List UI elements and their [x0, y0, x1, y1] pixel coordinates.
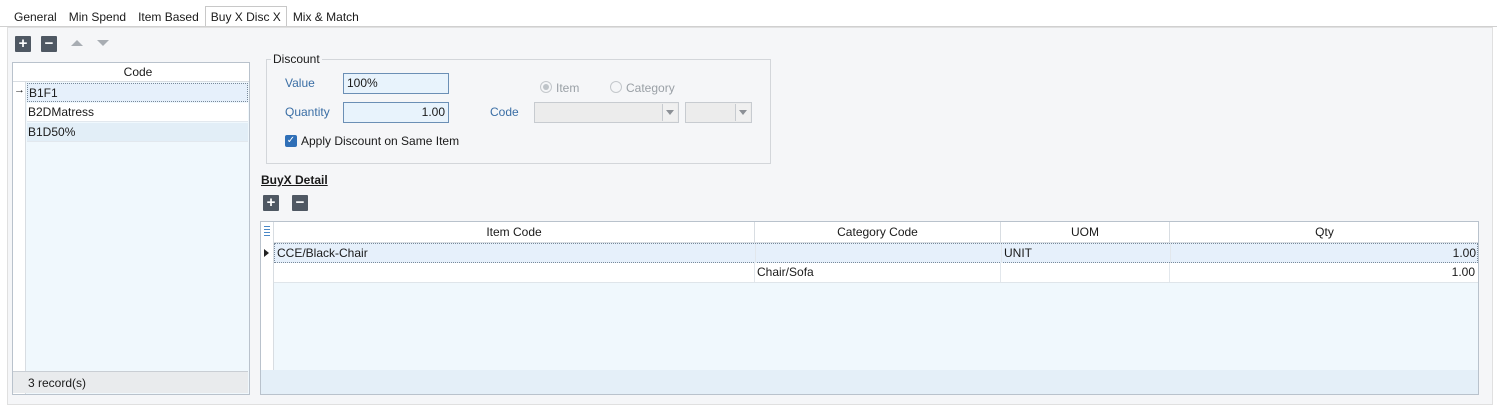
move-down-icon[interactable]	[97, 40, 109, 46]
column-header-item-code[interactable]: Item Code	[274, 222, 755, 243]
add-icon[interactable]: +	[15, 36, 31, 52]
apply-same-item-label: Apply Discount on Same Item	[301, 134, 460, 148]
tab-min-spend[interactable]: Min Spend	[63, 6, 132, 26]
tab-mix-match[interactable]: Mix & Match	[287, 6, 365, 26]
quantity-label: Quantity	[285, 105, 330, 119]
radio-item-label: Item	[556, 81, 580, 95]
tab-general[interactable]: General	[8, 6, 63, 26]
discount-legend: Discount	[271, 52, 322, 66]
item-code-cell[interactable]: CCE/Black-Chair	[275, 244, 756, 263]
code-row[interactable]: B1D50%	[27, 123, 248, 142]
column-chooser-icon[interactable]	[264, 226, 270, 236]
table-row[interactable]: Chair/Sofa 1.00	[274, 263, 1478, 283]
footer-corner	[261, 370, 274, 394]
category-code-cell[interactable]	[756, 244, 1002, 263]
column-header-uom[interactable]: UOM	[1001, 222, 1170, 243]
tab-buy-x-disc-x[interactable]: Buy X Disc X	[204, 6, 287, 27]
move-up-icon[interactable]	[71, 40, 83, 46]
code-row[interactable]: B1F1	[27, 83, 248, 102]
code-label: Code	[490, 105, 519, 119]
current-row-arrow-icon	[264, 249, 269, 257]
qty-cell[interactable]: 1.00	[1170, 263, 1477, 282]
code-column-header[interactable]: Code	[27, 63, 249, 82]
column-header-qty[interactable]: Qty	[1170, 222, 1479, 243]
radio-item[interactable]	[540, 81, 552, 93]
current-row-arrow-icon: →	[14, 84, 25, 96]
chevron-down-icon[interactable]	[662, 104, 677, 121]
chevron-down-icon[interactable]	[735, 104, 750, 121]
quantity-field[interactable]: 1.00	[343, 102, 449, 123]
qty-cell[interactable]: 1.00	[1171, 244, 1478, 263]
code-grid: Code → B1F1 B2DMatress B1D50% 3 record(s…	[12, 62, 250, 395]
table-row[interactable]: CCE/Black-Chair UNIT 1.00	[274, 243, 1478, 263]
tab-strip: General Min Spend Item Based Buy X Disc …	[8, 6, 1497, 27]
radio-category[interactable]	[610, 81, 622, 93]
record-count: 3 record(s)	[27, 371, 248, 393]
buyx-detail-title: BuyX Detail	[261, 173, 328, 187]
uom-cell[interactable]: UNIT	[1002, 244, 1171, 263]
category-code-cell[interactable]: Chair/Sofa	[755, 263, 1001, 282]
code-secondary-combo[interactable]	[685, 102, 752, 123]
value-field[interactable]: 100%	[343, 73, 449, 94]
remove-icon[interactable]: −	[41, 36, 57, 52]
uom-cell[interactable]	[1001, 263, 1170, 282]
column-header-category-code[interactable]: Category Code	[755, 222, 1001, 243]
buyx-grid-header: Item Code Category Code UOM Qty	[274, 222, 1478, 243]
tab-item-based[interactable]: Item Based	[132, 6, 205, 26]
apply-same-item-checkbox[interactable]: ✓	[285, 135, 297, 147]
row-indicator-column	[261, 222, 274, 394]
buyx-grid-footer	[274, 370, 1478, 394]
radio-category-label: Category	[626, 81, 675, 95]
value-label: Value	[285, 76, 315, 90]
buyx-detail-grid: Item Code Category Code UOM Qty CCE/Blac…	[260, 221, 1479, 395]
code-combo[interactable]	[534, 102, 679, 123]
item-code-cell[interactable]	[274, 263, 755, 282]
footer-corner	[13, 371, 27, 393]
add-icon[interactable]: +	[263, 195, 279, 211]
remove-icon[interactable]: −	[292, 195, 308, 211]
row-indicator-column	[13, 63, 26, 394]
code-grid-header: Code	[13, 63, 249, 82]
code-row[interactable]: B2DMatress	[27, 103, 248, 122]
